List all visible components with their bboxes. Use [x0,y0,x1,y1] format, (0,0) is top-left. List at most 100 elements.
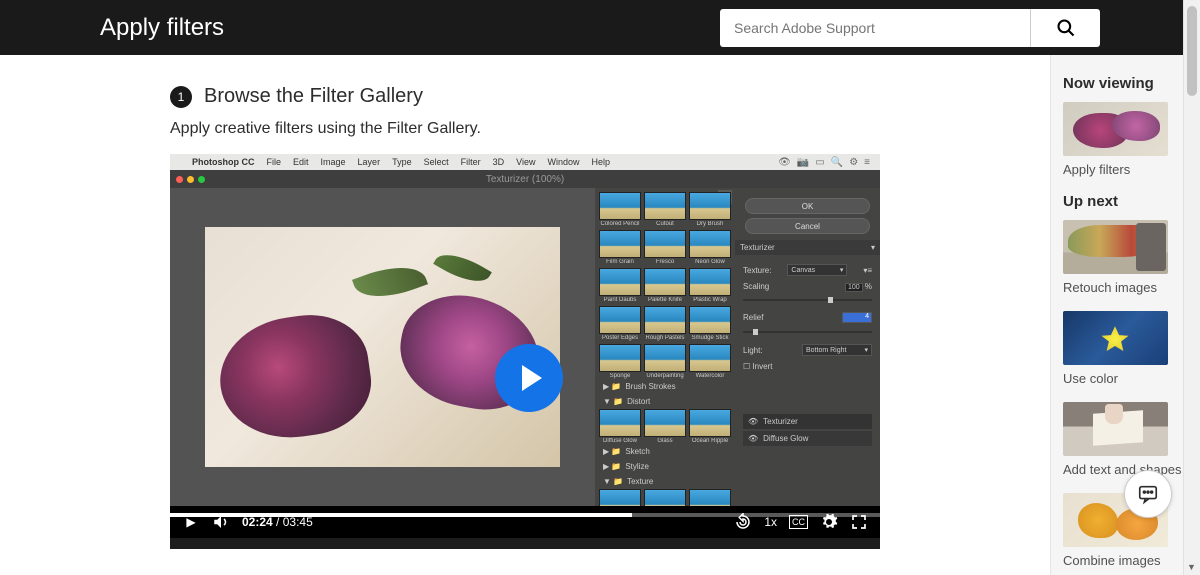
speed-button[interactable]: 1x [764,515,777,529]
folder-stylize: ▶ 📁 Stylize [599,459,731,474]
now-viewing-thumb[interactable] [1063,102,1168,156]
filter-thumb-label: Paint Daubs [599,297,641,303]
invert-row: ☐ Invert [743,359,872,374]
scaling-slider [743,299,872,301]
filter-thumb-label: Underpainting [644,373,686,379]
menu-help: Help [591,157,610,167]
filter-thumb-label: Glass [644,438,686,444]
folder-sketch: ▶ 📁 Sketch [599,444,731,459]
video-player[interactable]: Photoshop CC File Edit Image Layer Type … [170,154,880,549]
search-icon [1056,18,1076,38]
scroll-down-icon[interactable]: ▼ [1183,558,1200,575]
filter-thumb [599,268,641,296]
filter-thumb [689,230,731,258]
texture-select: Canvas▾ [787,264,847,276]
filter-thumb [599,344,641,372]
up-next-thumb-text[interactable] [1063,402,1168,456]
filter-thumb-label: Ocean Ripple [689,438,731,444]
up-next-thumb-retouch[interactable] [1063,220,1168,274]
filter-thumb-label: Smudge Stick [689,335,731,341]
filter-thumb [644,344,686,372]
filter-thumb [644,268,686,296]
menu-image: Image [321,157,346,167]
folder-distort: ▼ 📁 Distort [599,394,731,409]
filter-thumb-label: Rough Pastels [644,335,686,341]
play-button[interactable] [495,344,563,412]
progress-bar[interactable] [170,513,880,517]
menu-type: Type [392,157,412,167]
time-display: 02:24 / 03:45 [242,515,313,529]
filter-thumb-label: Palette Knife [644,297,686,303]
menu-view: View [516,157,535,167]
cc-button[interactable]: CC [789,515,808,529]
now-viewing-label[interactable]: Apply filters [1063,162,1188,177]
up-next-label-retouch[interactable]: Retouch images [1063,280,1188,295]
chat-button[interactable] [1124,470,1172,518]
traffic-lights [176,176,205,183]
up-next-thumb-color[interactable] [1063,311,1168,365]
filter-thumb [689,409,731,437]
filter-thumb [599,489,641,506]
page-scrollbar[interactable]: ▲ ▼ [1183,0,1200,575]
search-button[interactable] [1030,9,1100,47]
filter-thumb [599,192,641,220]
video-controls: ▶ 02:24 / 03:45 1x CC [170,506,880,538]
filter-controls-panel: OK Cancel Texturizer▾ Texture:Canvas▾▾≡ … [735,188,880,506]
window-title: Texturizer (100%) [486,174,564,185]
filter-thumb [689,489,731,506]
filter-gallery-list: Colored PencilCutoutDry BrushFilm GrainF… [595,188,735,506]
step-subtitle: Apply creative filters using the Filter … [170,120,1020,138]
preview-image [205,227,560,467]
cancel-button: Cancel [745,218,870,234]
filter-thumb-label: Dry Brush [689,221,731,227]
filter-thumb [644,192,686,220]
filter-thumb [689,192,731,220]
macos-menubar: Photoshop CC File Edit Image Layer Type … [170,154,880,170]
filter-thumb [689,268,731,296]
menu-file: File [267,157,282,167]
play-icon [522,365,542,391]
menu-window: Window [547,157,579,167]
scroll-thumb[interactable] [1187,6,1197,96]
menu-edit: Edit [293,157,309,167]
filter-thumb [599,230,641,258]
filter-thumb [599,306,641,334]
filter-thumb [599,409,641,437]
page-title: Apply filters [100,14,720,42]
filter-thumb [644,489,686,506]
filter-thumb [644,409,686,437]
main-content: 1 Browse the Filter Gallery Apply creati… [0,55,1050,575]
close-dot [176,176,183,183]
now-viewing-title: Now viewing [1063,75,1188,92]
up-next-title: Up next [1063,193,1188,210]
filter-thumb [689,306,731,334]
texture-row: Texture:Canvas▾▾≡ [743,261,872,279]
light-select: Bottom Right▾ [802,344,872,356]
search-form [720,9,1100,47]
filter-thumb [644,306,686,334]
chat-icon [1137,483,1159,505]
filter-thumb-label: Fresco [644,259,686,265]
folder-texture: ▼ 📁 Texture [599,474,731,489]
relief-row: Relief4 [743,309,872,326]
up-next-label-color[interactable]: Use color [1063,371,1188,386]
step-number-badge: 1 [170,86,192,108]
search-input[interactable] [720,9,1030,47]
menu-select: Select [424,157,449,167]
filter-thumb-label: Plastic Wrap [689,297,731,303]
ok-button: OK [745,198,870,214]
filter-thumb [644,230,686,258]
step-title: Browse the Filter Gallery [204,85,423,108]
filter-thumb-label: Diffuse Glow [599,438,641,444]
up-next-label-text[interactable]: Add text and shapes [1063,462,1188,477]
filter-thumb-label: Colored Pencil [599,221,641,227]
filter-thumb-label: Watercolor [689,373,731,379]
folder-brush-strokes: ▶ 📁 Brush Strokes [599,379,731,394]
menu-layer: Layer [358,157,381,167]
effect-active: 👁 Texturizer [743,414,872,429]
filter-thumb-label: Poster Edges [599,335,641,341]
photoshop-titlebar: Texturizer (100%) [170,170,880,188]
up-next-label-combine[interactable]: Combine images [1063,553,1188,568]
page-header: Apply filters [0,0,1200,55]
filter-thumb-label: Neon Glow [689,259,731,265]
